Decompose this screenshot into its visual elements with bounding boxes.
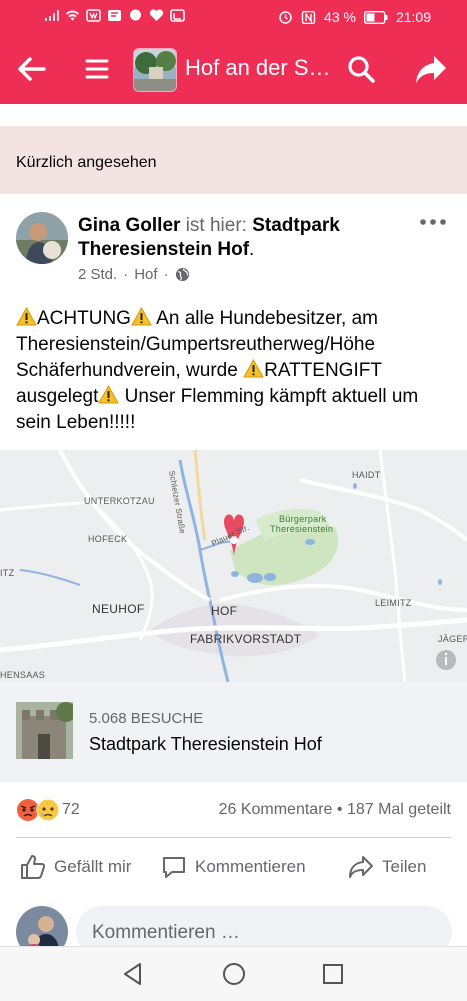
back-arrow-icon[interactable] — [14, 52, 48, 86]
share-button[interactable]: Teilen — [348, 854, 426, 880]
comment-placeholder: Kommentieren … — [92, 922, 240, 943]
divider — [16, 837, 451, 838]
map-canvas — [0, 450, 467, 682]
warning-emoji-icon — [131, 307, 152, 326]
place-name[interactable]: Stadtpark Theresienstein Hof — [89, 734, 322, 755]
comment-button[interactable]: Kommentieren — [161, 854, 306, 880]
map-label-neuhof: NEUHOF — [92, 602, 145, 616]
nav-recents-icon[interactable] — [320, 961, 346, 987]
page-thumbnail[interactable] — [133, 48, 177, 92]
nav-home-icon[interactable] — [221, 961, 247, 987]
sad-reaction-icon — [36, 798, 60, 822]
map-label-haidt: HAIDT — [352, 470, 381, 480]
author-avatar[interactable] — [16, 212, 68, 264]
period: . — [249, 239, 255, 260]
post-text-part-1: ACHTUNG — [37, 308, 131, 329]
nfc-icon — [301, 10, 316, 24]
post-text: ACHTUNG An alle Hundebesitzer, am Theres… — [16, 306, 456, 436]
signal-icon — [45, 10, 59, 21]
map-label-unterkotzau: UNTERKOTZAU — [84, 496, 155, 506]
status-icons-left — [44, 9, 185, 22]
meta-separator-2: · — [163, 266, 169, 283]
comment-composer: Kommentieren … — [0, 900, 467, 958]
gallery-icon — [170, 9, 185, 22]
location-map[interactable]: UNTERKOTZAU HOFECK NEUHOF HOF FABRIKVORS… — [0, 450, 467, 682]
alarm-icon — [279, 10, 292, 24]
battery-percent: 43 % — [324, 9, 356, 25]
map-label-buergerpark: Bürgerpark — [279, 514, 327, 524]
author-name[interactable]: Gina Goller — [78, 215, 180, 236]
place-visits: 5.068 BESUCHE — [89, 710, 204, 727]
place-thumbnail — [16, 702, 73, 759]
map-label-hofeck: HOFECK — [88, 534, 128, 544]
status-icons-right: 43 % 21:09 — [278, 9, 431, 25]
map-label-leimitz: LEIMITZ — [375, 598, 412, 608]
more-options-icon[interactable] — [418, 212, 448, 232]
stats-dot: • — [336, 801, 343, 818]
place-card[interactable]: 5.068 BESUCHE Stadtpark Theresienstein H… — [0, 682, 467, 782]
post-actions: Gefällt mir Kommentieren Teilen — [0, 848, 467, 888]
reaction-icons[interactable] — [16, 798, 60, 822]
map-label-jaeger: JÄGER — [438, 634, 467, 644]
like-icon — [21, 855, 46, 879]
share-arrow-icon — [349, 856, 373, 878]
clock: 21:09 — [395, 9, 431, 25]
post-author-line: Gina Goller ist hier: Stadtpark Theresie… — [78, 214, 408, 262]
share-label: Teilen — [382, 857, 427, 876]
battery-icon — [363, 10, 388, 24]
is-here-text: ist hier: — [185, 215, 247, 236]
wifi-icon — [65, 10, 80, 21]
comment-label: Kommentieren — [195, 857, 306, 876]
search-icon[interactable] — [346, 54, 376, 84]
comments-shares[interactable]: 26 Kommentare • 187 Mal geteilt — [219, 801, 451, 819]
menu-icon[interactable] — [84, 54, 110, 84]
reaction-count[interactable]: 72 — [62, 801, 80, 819]
map-label-hof: HOF — [211, 604, 238, 618]
meta-separator: · — [123, 266, 129, 283]
app-notification-icon — [86, 9, 101, 22]
comment-icon — [163, 857, 185, 878]
map-label-fabrikvorstadt: FABRIKVORSTADT — [190, 632, 302, 646]
page-title: Hof an der S… — [185, 55, 331, 80]
map-label-hensaas: HENSAAS — [0, 670, 46, 680]
share-count[interactable]: 187 Mal geteilt — [347, 801, 451, 818]
system-nav-bar — [0, 946, 467, 1001]
share-icon[interactable] — [414, 52, 448, 86]
post-stats: 72 26 Kommentare • 187 Mal geteilt — [0, 796, 467, 826]
like-label: Gefällt mir — [54, 857, 132, 876]
recently-viewed-header: Kürzlich angesehen — [0, 126, 467, 194]
warning-emoji-icon — [16, 307, 37, 326]
app-notification-icon-2 — [108, 10, 121, 21]
comment-count[interactable]: 26 Kommentare — [219, 801, 333, 818]
warning-emoji-icon — [98, 385, 120, 404]
map-label-theresienstein: Theresienstein — [270, 524, 334, 534]
message-icon — [130, 9, 141, 21]
heart-icon — [149, 9, 164, 21]
post-time[interactable]: 2 Std. — [78, 266, 117, 283]
recently-viewed-label: Kürzlich angesehen — [16, 154, 157, 171]
nav-back-icon[interactable] — [120, 961, 146, 987]
app-bar: Hof an der S… — [0, 34, 467, 104]
globe-icon — [175, 267, 189, 282]
post-location[interactable]: Hof — [134, 266, 157, 283]
post-meta: 2 Std. · Hof · — [78, 266, 190, 283]
status-bar: 43 % 21:09 — [0, 0, 467, 34]
map-label-itz: ITZ — [0, 568, 15, 578]
warning-emoji-icon — [243, 359, 264, 378]
like-button[interactable]: Gefällt mir — [20, 854, 131, 880]
